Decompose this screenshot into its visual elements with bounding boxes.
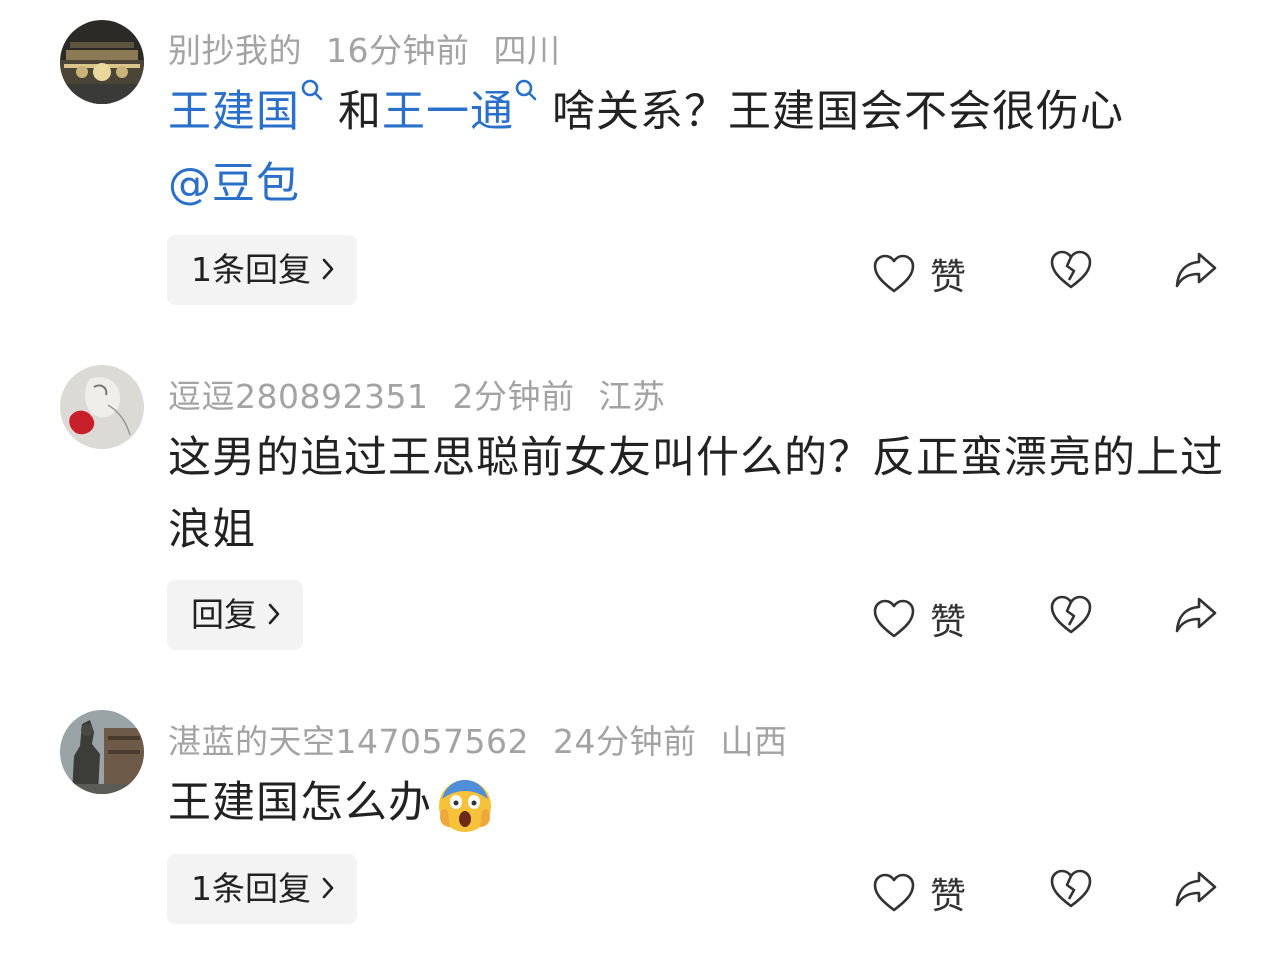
search-icon[interactable] [514, 78, 538, 108]
view-replies-button[interactable]: 1条回复 [167, 854, 357, 924]
avatar[interactable] [60, 710, 144, 794]
avatar[interactable] [60, 365, 144, 449]
heart-icon [873, 599, 915, 638]
reply-label: 1条回复 [191, 869, 311, 908]
broken-heart-icon[interactable] [1049, 248, 1093, 292]
timestamp: 24分钟前 [552, 722, 697, 761]
reply-button[interactable]: 回复 [167, 580, 303, 650]
screaming-face-emoji-icon [439, 779, 491, 832]
heart-icon [873, 254, 915, 293]
text-segment: 和 [338, 87, 382, 137]
text-segment: 王建国怎么办 [168, 778, 432, 828]
share-icon[interactable] [1173, 248, 1219, 292]
search-icon[interactable] [300, 78, 324, 108]
share-icon[interactable] [1173, 593, 1219, 637]
timestamp: 16分钟前 [326, 31, 470, 70]
like-button[interactable]: 赞 [872, 248, 966, 300]
username[interactable]: 湛蓝的天空147057562 [168, 722, 529, 761]
comment-text: 王建国 和王一通 啥关系？王建国会不会很伤心 @豆包 [168, 76, 1228, 220]
share-icon[interactable] [1173, 867, 1219, 911]
text-segment: 啥关系？王建国会不会很伤心 [552, 87, 1124, 137]
username[interactable]: 逗逗280892351 [168, 377, 428, 416]
heart-icon [873, 873, 915, 912]
chevron-right-icon [322, 258, 334, 279]
location: 江苏 [598, 377, 666, 416]
mention-link[interactable]: @豆包 [168, 159, 300, 209]
comment-text: 这男的追过王思聪前女友叫什么的？反正蛮漂亮的上过浪姐 [168, 433, 1224, 555]
comment-meta: 湛蓝的天空147057562 24分钟前 山西 [168, 715, 811, 763]
avatar[interactable] [60, 20, 144, 104]
like-button[interactable]: 赞 [872, 867, 966, 919]
location: 山西 [720, 722, 788, 761]
like-label: 赞 [930, 602, 967, 643]
comment-meta: 别抄我的 16分钟前 四川 [168, 24, 585, 72]
reply-label: 1条回复 [191, 250, 311, 289]
view-replies-button[interactable]: 1条回复 [167, 235, 357, 305]
like-label: 赞 [930, 257, 967, 298]
comment-meta: 逗逗280892351 2分钟前 江苏 [168, 370, 689, 418]
like-label: 赞 [930, 876, 967, 917]
like-button[interactable]: 赞 [872, 593, 966, 645]
reply-label: 回复 [191, 595, 257, 634]
username[interactable]: 别抄我的 [168, 31, 302, 70]
broken-heart-icon[interactable] [1049, 593, 1093, 637]
chevron-right-icon [322, 877, 334, 898]
topic-link[interactable]: 王一通 [382, 87, 514, 137]
comment-text: 王建国怎么办 [168, 767, 1228, 839]
location: 四川 [493, 31, 561, 70]
timestamp: 2分钟前 [452, 377, 575, 416]
topic-link[interactable]: 王建国 [168, 87, 300, 137]
chevron-right-icon [268, 603, 280, 624]
broken-heart-icon[interactable] [1049, 867, 1093, 911]
